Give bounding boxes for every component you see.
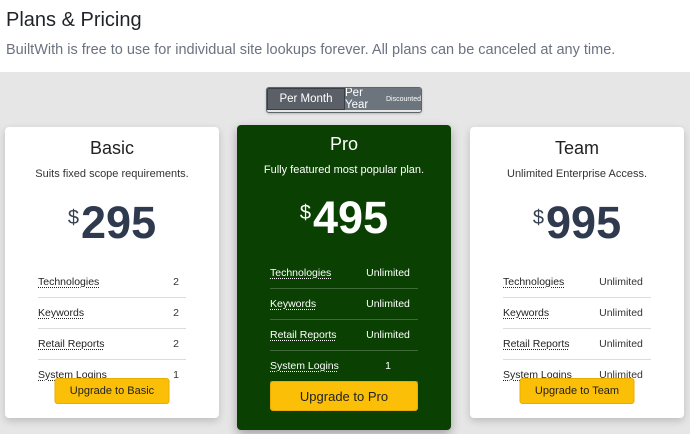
feature-name-technologies[interactable]: Technologies	[38, 276, 99, 288]
billing-period-toggle: Per Month Per Year Discounted	[266, 87, 422, 113]
feature-name-keywords[interactable]: Keywords	[270, 298, 316, 310]
feature-name-system-logins[interactable]: System Logins	[270, 360, 339, 372]
feature-value: 2	[173, 276, 179, 288]
feature-value: 2	[173, 307, 179, 319]
per-month-label: Per Month	[279, 93, 333, 105]
per-year-label: Per Year	[345, 87, 369, 111]
price-amount: 295	[81, 197, 157, 248]
plan-description: Unlimited Enterprise Access.	[507, 168, 647, 180]
page-header: Plans & Pricing BuiltWith is free to use…	[0, 0, 690, 72]
per-year-button[interactable]: Per Year Discounted	[345, 87, 421, 111]
feature-row: Keywords 2	[38, 298, 186, 329]
price-amount: 995	[546, 197, 622, 248]
feature-list: Technologies Unlimited Keywords Unlimite…	[470, 267, 684, 390]
page-subtitle: BuiltWith is free to use for individual …	[6, 42, 616, 58]
currency-symbol: $	[67, 207, 80, 229]
plan-price: $ 495	[237, 192, 451, 244]
pricing-section: Per Month Per Year Discounted Basic Suit…	[0, 72, 690, 434]
feature-row: Technologies Unlimited	[503, 267, 651, 298]
feature-value: Unlimited	[599, 338, 643, 350]
feature-list: Technologies Unlimited Keywords Unlimite…	[237, 258, 451, 382]
plan-price: $ 295	[5, 197, 219, 249]
feature-name-retail-reports[interactable]: Retail Reports	[38, 338, 105, 350]
feature-row: Keywords Unlimited	[270, 289, 418, 320]
feature-name-technologies[interactable]: Technologies	[503, 276, 564, 288]
feature-value: Unlimited	[599, 276, 643, 288]
feature-row: Retail Reports Unlimited	[270, 320, 418, 351]
feature-row: System Logins 1	[270, 351, 418, 382]
currency-symbol: $	[532, 207, 545, 229]
per-month-button[interactable]: Per Month	[267, 88, 345, 110]
plan-description: Fully featured most popular plan.	[263, 164, 425, 176]
page-title: Plans & Pricing	[6, 9, 142, 31]
feature-value: Unlimited	[366, 267, 410, 279]
plan-name: Pro	[329, 134, 358, 154]
upgrade-basic-button[interactable]: Upgrade to Basic	[54, 378, 170, 404]
currency-symbol: $	[299, 202, 312, 224]
discounted-badge: Discounted	[385, 95, 421, 103]
feature-value: 1	[385, 360, 391, 372]
feature-name-technologies[interactable]: Technologies	[270, 267, 331, 279]
plan-price: $ 995	[470, 197, 684, 249]
price-amount: 495	[313, 192, 389, 243]
feature-value: Unlimited	[366, 298, 410, 310]
plan-card-team: Team Unlimited Enterprise Access. $ 995 …	[470, 127, 684, 418]
plan-description: Suits fixed scope requirements.	[35, 168, 189, 180]
feature-name-keywords[interactable]: Keywords	[503, 307, 549, 319]
feature-value: Unlimited	[366, 329, 410, 341]
plan-card-pro: Pro Fully featured most popular plan. $ …	[237, 125, 451, 430]
feature-row: Retail Reports Unlimited	[503, 329, 651, 360]
plan-name: Team	[554, 138, 599, 158]
upgrade-pro-button[interactable]: Upgrade to Pro	[270, 381, 418, 411]
feature-name-retail-reports[interactable]: Retail Reports	[503, 338, 570, 350]
upgrade-team-button[interactable]: Upgrade to Team	[519, 378, 635, 404]
feature-name-keywords[interactable]: Keywords	[38, 307, 84, 319]
feature-row: Keywords Unlimited	[503, 298, 651, 329]
feature-value: 2	[173, 338, 179, 350]
feature-list: Technologies 2 Keywords 2 Retail Reports…	[5, 267, 219, 390]
feature-value: Unlimited	[599, 307, 643, 319]
plan-name: Basic	[89, 138, 134, 158]
feature-row: Technologies 2	[38, 267, 186, 298]
feature-name-retail-reports[interactable]: Retail Reports	[270, 329, 337, 341]
feature-row: Technologies Unlimited	[270, 258, 418, 289]
feature-row: Retail Reports 2	[38, 329, 186, 360]
plan-card-basic: Basic Suits fixed scope requirements. $ …	[5, 127, 219, 418]
